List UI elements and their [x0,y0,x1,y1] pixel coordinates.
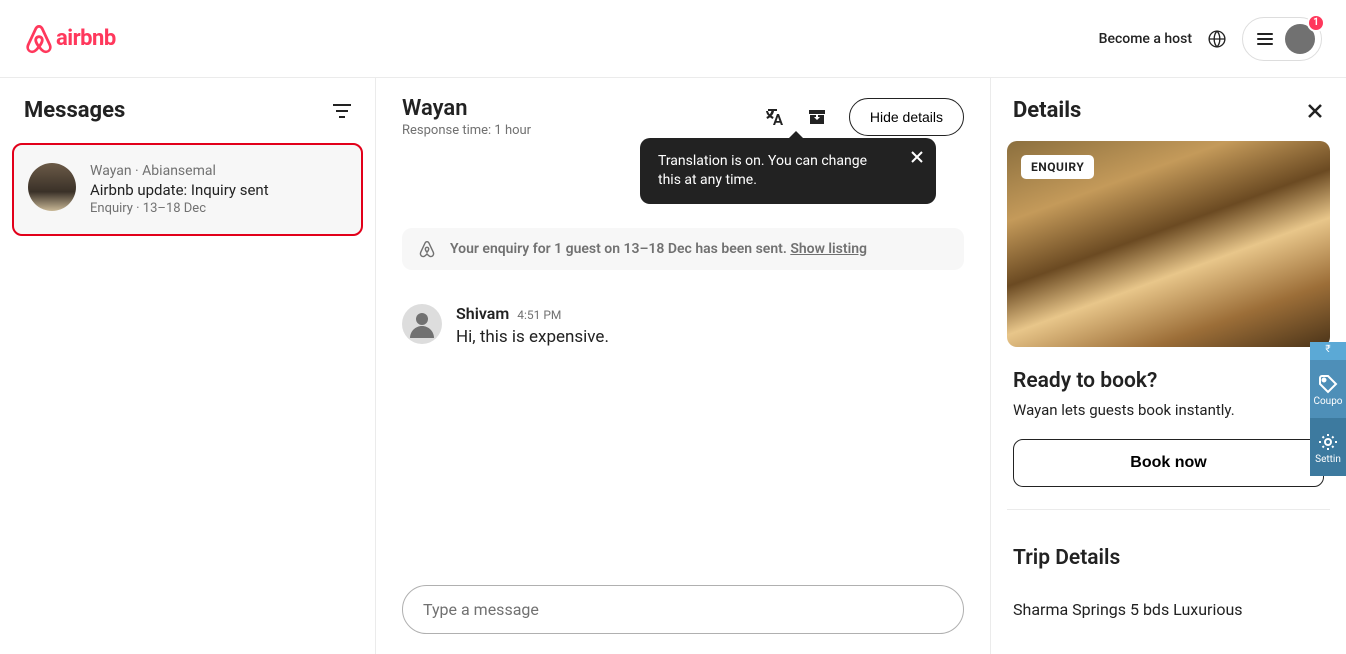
main-layout: Messages Wayan · Abiansemal Airbnb updat… [0,78,1346,654]
hide-details-button[interactable]: Hide details [849,98,964,136]
message-sender: Shivam [456,304,509,323]
banner-message: Your enquiry for 1 guest on 13–18 Dec ha… [450,241,790,257]
airbnb-logo[interactable]: airbnb [24,23,116,55]
airbnb-small-icon [418,240,436,258]
trip-listing-name: Sharma Springs 5 bds Luxurious [1013,600,1324,619]
enquiry-badge: ENQUIRY [1021,155,1094,179]
translation-tooltip: Translation is on. You can change this a… [640,138,936,204]
close-icon[interactable] [1306,102,1324,120]
settings-tab[interactable]: Settin [1310,418,1346,476]
profile-menu-button[interactable]: 1 [1242,17,1322,61]
tag-icon [1318,374,1338,394]
trip-details-title: Trip Details [1013,546,1324,570]
book-now-button[interactable]: Book now [1013,439,1324,487]
ready-title: Ready to book? [1013,369,1324,393]
app-header: airbnb Become a host 1 [0,0,1346,78]
message-input[interactable]: Type a message [402,585,964,634]
message-time: 4:51 PM [517,308,561,322]
conversation-name: Wayan [402,96,531,121]
header-right: Become a host 1 [1099,17,1322,61]
airbnb-logo-icon [24,23,54,55]
close-icon[interactable] [910,150,924,164]
messages-header: Messages [12,98,363,143]
ready-to-book-section: Ready to book? Wayan lets guests book in… [1007,347,1330,510]
message-text: Hi, this is expensive. [456,327,609,347]
response-time: Response time: 1 hour [402,123,531,138]
filter-icon[interactable] [333,104,351,118]
messages-column: Messages Wayan · Abiansemal Airbnb updat… [0,78,376,654]
message-row: Shivam 4:51 PM Hi, this is expensive. [402,304,964,347]
tooltip-text: Translation is on. You can change this a… [658,153,867,188]
thread-content: Wayan · Abiansemal Airbnb update: Inquir… [90,163,269,216]
details-column: Details ENQUIRY Ready to book? Wayan let… [991,78,1346,654]
listing-image[interactable]: ENQUIRY [1007,141,1330,347]
thread-meta: Enquiry · 13–18 Dec [90,201,269,216]
message-avatar [402,304,442,344]
coupon-label: Coupo [1313,396,1342,407]
enquiry-banner: Your enquiry for 1 guest on 13–18 Dec ha… [402,228,964,270]
show-listing-link[interactable]: Show listing [790,241,867,257]
gear-icon [1318,432,1338,452]
archive-icon[interactable] [807,107,827,127]
globe-icon[interactable] [1208,30,1226,48]
thread-avatar [28,163,76,211]
person-icon [406,308,438,340]
rupee-icon: ₹ [1325,344,1330,355]
details-title: Details [1013,98,1081,123]
thread-sender-location: Wayan · Abiansemal [90,163,269,179]
thread-subject: Airbnb update: Inquiry sent [90,181,269,199]
banner-text: Your enquiry for 1 guest on 13–18 Dec ha… [450,241,867,257]
become-a-host-link[interactable]: Become a host [1099,31,1192,47]
side-tabs: ₹ Coupo Settin [1310,342,1346,476]
ready-text: Wayan lets guests book instantly. [1013,401,1324,419]
message-header: Shivam 4:51 PM [456,304,609,323]
settings-label: Settin [1315,454,1341,465]
trip-details-section: Trip Details Sharma Springs 5 bds Luxuri… [1007,510,1330,619]
conversation-column: Wayan Response time: 1 hour Hide details… [376,78,991,654]
message-content: Shivam 4:51 PM Hi, this is expensive. [456,304,609,347]
messages-title: Messages [24,98,125,123]
conversation-thread[interactable]: Wayan · Abiansemal Airbnb update: Inquir… [12,143,363,236]
translate-icon[interactable] [765,107,785,127]
hamburger-icon [1257,33,1273,45]
details-header: Details [1007,98,1330,123]
airbnb-logo-text: airbnb [56,26,116,51]
coupon-tab[interactable]: Coupo [1310,360,1346,418]
compose-wrap: Type a message [376,585,990,654]
notification-badge: 1 [1307,14,1325,32]
currency-tab[interactable]: ₹ [1310,342,1346,360]
conversation-title-block: Wayan Response time: 1 hour [402,96,531,138]
conversation-body: Your enquiry for 1 guest on 13–18 Dec ha… [376,152,990,585]
